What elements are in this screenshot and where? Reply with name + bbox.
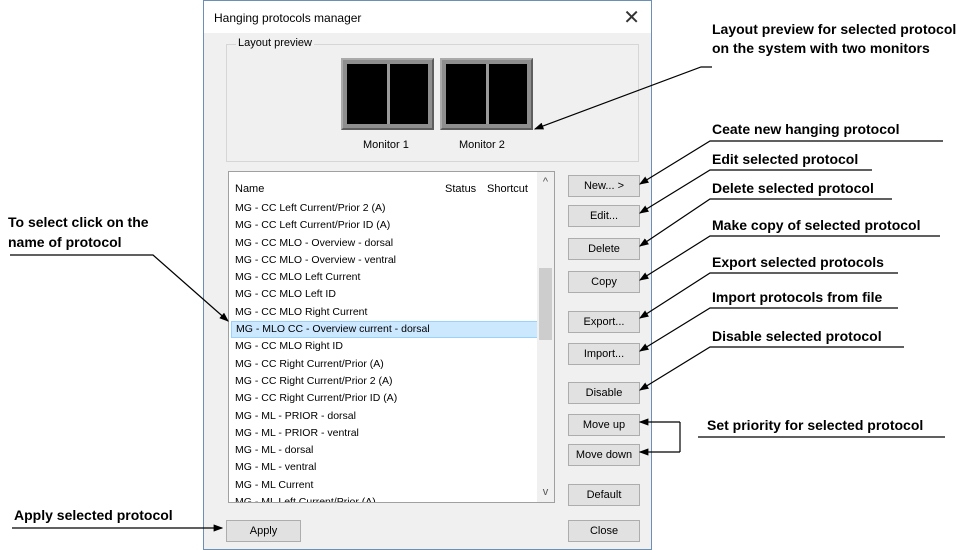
- annotation-select-line1: To select click on the: [8, 214, 149, 230]
- annotation-export: Export selected protocols: [712, 254, 884, 270]
- annotation-disable: Disable selected protocol: [712, 328, 882, 344]
- annotation-copy: Make copy of selected protocol: [712, 217, 921, 233]
- annotation-lines: [10, 66, 945, 532]
- annotation-layout-preview-line1: Layout preview for selected protocol: [712, 21, 957, 37]
- annotation-select-line2: name of protocol: [8, 234, 122, 250]
- annotation-import: Import protocols from file: [712, 289, 883, 305]
- annotation-edit: Edit selected protocol: [712, 151, 859, 167]
- annotation-priority: Set priority for selected protocol: [707, 417, 924, 433]
- annotation-new: Ceate new hanging protocol: [712, 121, 900, 137]
- annotation-layout-preview-line2: on the system with two monitors: [712, 40, 930, 56]
- annotation-delete: Delete selected protocol: [712, 180, 874, 196]
- annotation-apply: Apply selected protocol: [14, 507, 173, 523]
